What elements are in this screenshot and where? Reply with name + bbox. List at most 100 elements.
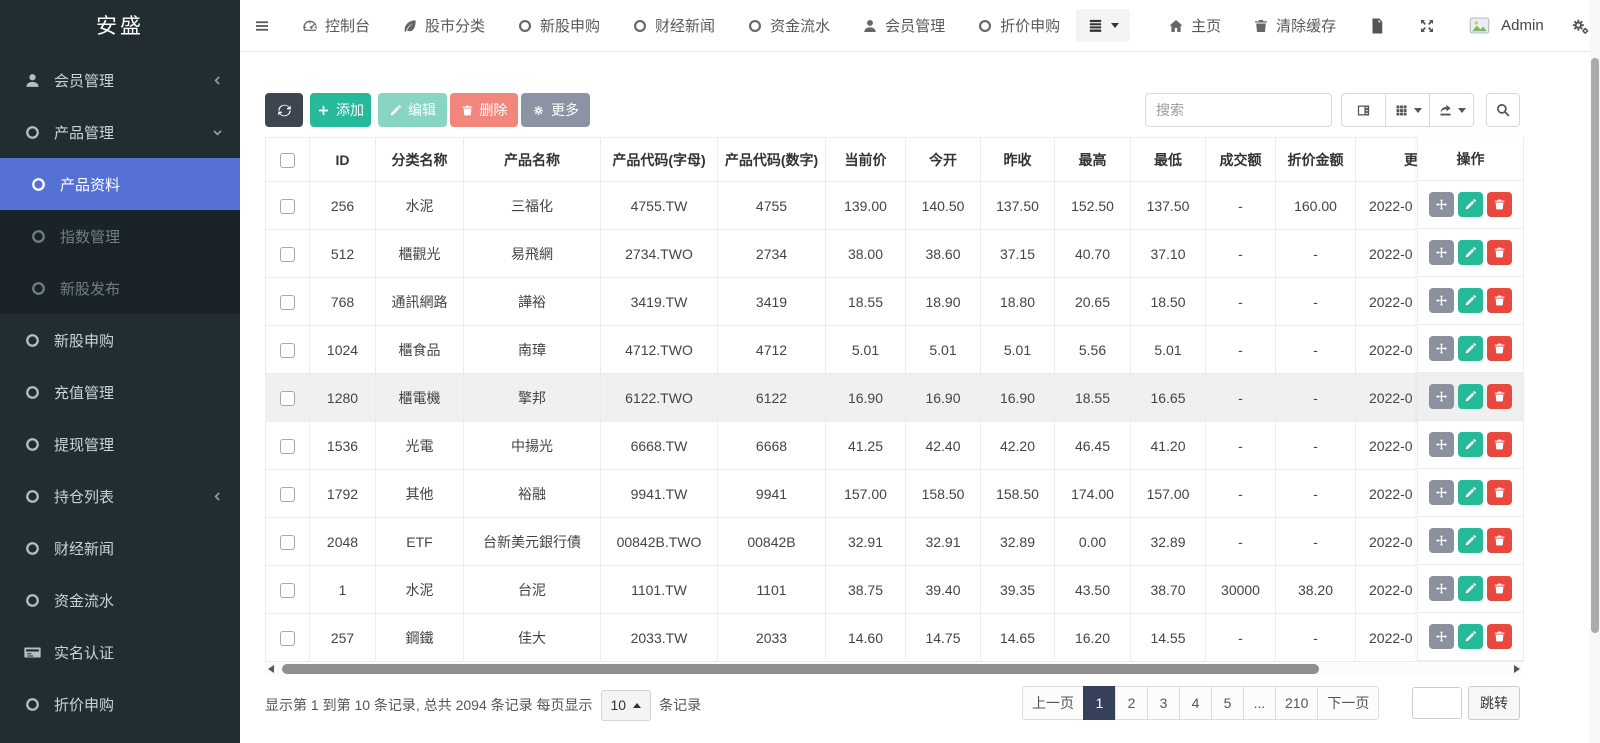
- row-delete-button[interactable]: [1487, 576, 1512, 601]
- move-button[interactable]: [1429, 240, 1454, 265]
- clear-cache-button[interactable]: 清除缓存: [1253, 15, 1336, 36]
- page-button-2[interactable]: 2: [1115, 686, 1148, 720]
- page-size-dropdown[interactable]: 10: [601, 690, 652, 721]
- row-delete-button[interactable]: [1487, 192, 1512, 217]
- sidebar-item-ipo-subscription[interactable]: 新股申购: [0, 314, 240, 366]
- edit-button[interactable]: 编辑: [378, 93, 447, 127]
- row-edit-button[interactable]: [1458, 432, 1483, 457]
- row-checkbox[interactable]: [280, 631, 295, 646]
- row-checkbox[interactable]: [280, 295, 295, 310]
- row-checkbox[interactable]: [280, 535, 295, 550]
- move-button[interactable]: [1429, 480, 1454, 505]
- add-button[interactable]: 添加: [310, 93, 371, 127]
- hamburger-icon[interactable]: [252, 18, 272, 34]
- row-edit-button[interactable]: [1458, 192, 1483, 217]
- sidebar-item-withdrawal-management[interactable]: 提现管理: [0, 418, 240, 470]
- nav-item-discount-subscription[interactable]: 折价申购: [977, 15, 1060, 36]
- page-button-210[interactable]: 210: [1275, 686, 1318, 720]
- fullscreen-icon[interactable]: [1418, 17, 1436, 35]
- row-delete-button[interactable]: [1487, 384, 1512, 409]
- row-edit-button[interactable]: [1458, 528, 1483, 553]
- row-edit-button[interactable]: [1458, 240, 1483, 265]
- col-header-prev-close[interactable]: 昨收: [981, 138, 1055, 182]
- avatar[interactable]: [1466, 15, 1493, 36]
- sidebar-item-discount-subscription[interactable]: 折价申购: [0, 678, 240, 730]
- nav-item-fund-flow[interactable]: 资金流水: [747, 15, 830, 36]
- row-checkbox[interactable]: [280, 343, 295, 358]
- settings-cogs-icon[interactable]: [1570, 16, 1590, 36]
- nav-item-finance-news[interactable]: 财经新闻: [632, 15, 715, 36]
- page-button-5[interactable]: 5: [1211, 686, 1244, 720]
- detail-view-button[interactable]: [1341, 93, 1386, 127]
- row-edit-button[interactable]: [1458, 480, 1483, 505]
- columns-button[interactable]: [1385, 93, 1430, 127]
- home-button[interactable]: 主页: [1168, 15, 1221, 36]
- horizontal-scrollbar-thumb[interactable]: [282, 664, 1319, 674]
- prev-page-button[interactable]: 上一页: [1022, 686, 1084, 720]
- sidebar-item-product-management[interactable]: 产品管理: [0, 106, 240, 158]
- row-delete-button[interactable]: [1487, 432, 1512, 457]
- move-button[interactable]: [1429, 384, 1454, 409]
- row-edit-button[interactable]: [1458, 384, 1483, 409]
- col-header-turnover[interactable]: 成交额: [1206, 138, 1276, 182]
- nav-item-stock-category[interactable]: 股市分类: [402, 15, 485, 36]
- row-delete-button[interactable]: [1487, 528, 1512, 553]
- col-header-name[interactable]: 产品名称: [464, 138, 601, 182]
- row-edit-button[interactable]: [1458, 576, 1483, 601]
- nav-item-dashboard[interactable]: 控制台: [302, 15, 370, 36]
- move-button[interactable]: [1429, 192, 1454, 217]
- move-button[interactable]: [1429, 576, 1454, 601]
- col-header-high[interactable]: 最高: [1055, 138, 1131, 182]
- sidebar-item-position-list[interactable]: 持仓列表: [0, 470, 240, 522]
- col-header-code-num[interactable]: 产品代码(数字): [718, 138, 826, 182]
- nav-item-member-management[interactable]: 会员管理: [862, 15, 945, 36]
- username[interactable]: Admin: [1501, 17, 1544, 34]
- col-header-id[interactable]: ID: [310, 138, 376, 182]
- row-delete-button[interactable]: [1487, 240, 1512, 265]
- col-header-low[interactable]: 最低: [1131, 138, 1206, 182]
- jump-button[interactable]: 跳转: [1468, 686, 1520, 720]
- row-edit-button[interactable]: [1458, 624, 1483, 649]
- col-header-current[interactable]: 当前价: [826, 138, 906, 182]
- menu-list-dropdown[interactable]: [1076, 9, 1130, 42]
- row-checkbox[interactable]: [280, 583, 295, 598]
- sidebar-item-fund-flow[interactable]: 资金流水: [0, 574, 240, 626]
- move-button[interactable]: [1429, 288, 1454, 313]
- next-page-button[interactable]: 下一页: [1317, 686, 1379, 720]
- refresh-button[interactable]: [265, 93, 303, 127]
- row-checkbox[interactable]: [280, 439, 295, 454]
- row-delete-button[interactable]: [1487, 288, 1512, 313]
- row-checkbox[interactable]: [280, 199, 295, 214]
- row-checkbox[interactable]: [280, 487, 295, 502]
- move-button[interactable]: [1429, 624, 1454, 649]
- page-button-4[interactable]: 4: [1179, 686, 1212, 720]
- page-button-1[interactable]: 1: [1083, 686, 1116, 720]
- move-button[interactable]: [1429, 336, 1454, 361]
- scroll-left-arrow-icon[interactable]: [268, 665, 274, 673]
- search-button[interactable]: [1486, 93, 1520, 127]
- search-input[interactable]: [1145, 93, 1332, 127]
- more-button[interactable]: 更多: [521, 93, 590, 127]
- row-delete-button[interactable]: [1487, 624, 1512, 649]
- col-header-code-alpha[interactable]: 产品代码(字母): [601, 138, 718, 182]
- scroll-right-arrow-icon[interactable]: [1514, 665, 1520, 673]
- delete-button[interactable]: 删除: [450, 93, 518, 127]
- sidebar-item-member-management[interactable]: 会员管理: [0, 54, 240, 106]
- vertical-scrollbar[interactable]: [1590, 0, 1600, 743]
- row-checkbox[interactable]: [280, 391, 295, 406]
- row-checkbox[interactable]: [280, 247, 295, 262]
- col-header-discount[interactable]: 折价金额: [1276, 138, 1356, 182]
- move-button[interactable]: [1429, 432, 1454, 457]
- sidebar-item-index-management[interactable]: 指数管理: [0, 210, 240, 262]
- select-all-checkbox[interactable]: [280, 153, 295, 168]
- sidebar-item-finance-news[interactable]: 财经新闻: [0, 522, 240, 574]
- vertical-scrollbar-thumb[interactable]: [1591, 58, 1599, 633]
- sidebar-item-ipo-release[interactable]: 新股发布: [0, 262, 240, 314]
- sidebar-item-product-data[interactable]: 产品资料: [0, 158, 240, 210]
- jump-page-input[interactable]: [1412, 687, 1462, 719]
- horizontal-scrollbar[interactable]: [265, 663, 1523, 675]
- row-edit-button[interactable]: [1458, 288, 1483, 313]
- page-button-3[interactable]: 3: [1147, 686, 1180, 720]
- row-delete-button[interactable]: [1487, 480, 1512, 505]
- nav-item-ipo-subscription[interactable]: 新股申购: [517, 15, 600, 36]
